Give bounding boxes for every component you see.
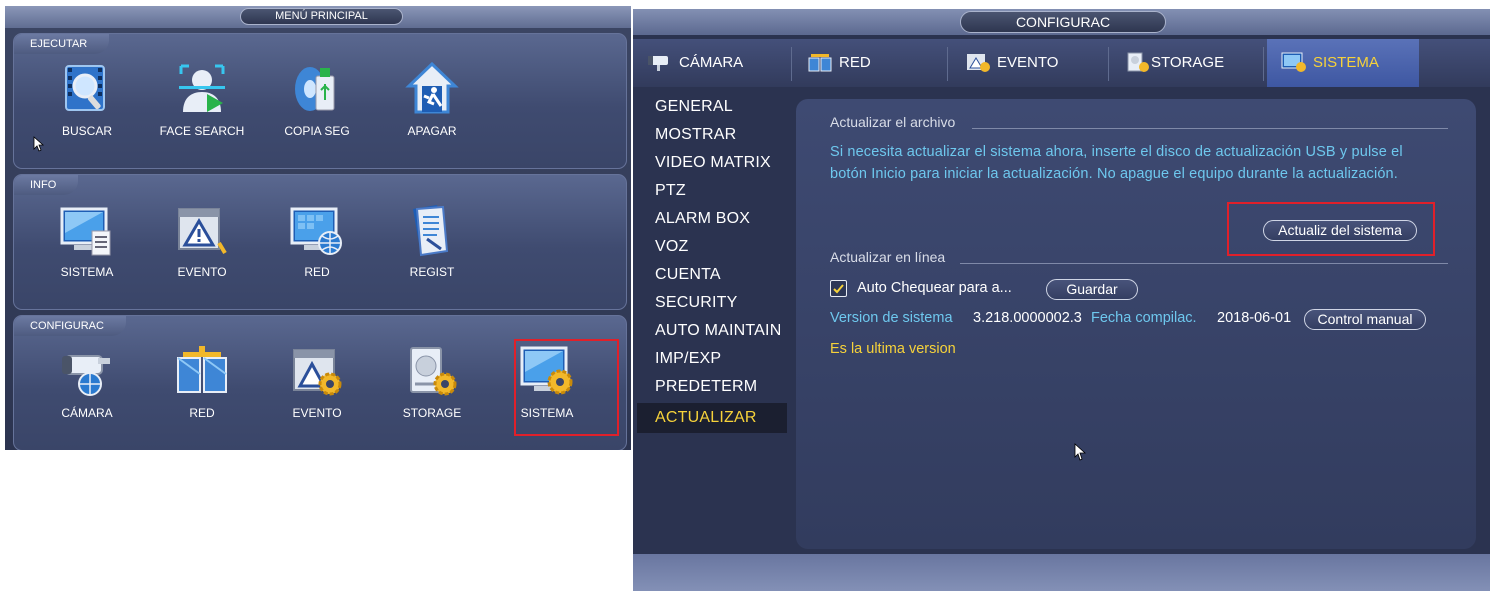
main-menu-panel: MENÚ PRINCIPAL EJECUTAR BUSCAR FACE SEAR…	[5, 6, 631, 450]
config-tab-bar: CÁMARA RED EVENTO STORAGE SISTEMA	[633, 39, 1490, 87]
menu-item-label: EVENTO	[177, 265, 227, 279]
camera-tab-icon	[648, 56, 668, 71]
section-title: CONFIGURAC	[14, 316, 126, 336]
network-blocks-icon	[177, 346, 227, 393]
main-menu-title: MENÚ PRINCIPAL	[240, 8, 403, 25]
sistema-highlight-box	[514, 339, 619, 436]
side-item-auto-maintain[interactable]: AUTO MAINTAIN	[637, 317, 787, 345]
menu-item-label: APAGAR	[407, 124, 457, 138]
manual-check-button[interactable]: Control manual	[1304, 309, 1426, 330]
version-label: Version de sistema	[830, 310, 953, 326]
menu-item-label: COPIA SEG	[284, 124, 350, 138]
checkmark-icon	[833, 284, 844, 294]
update-status: Es la ultima version	[830, 341, 956, 357]
menu-item-cfg-camara[interactable]: CÁMARA	[32, 338, 132, 448]
network-tab-icon	[808, 54, 832, 72]
network-globe-icon	[290, 207, 342, 255]
backup-usb-icon	[295, 67, 335, 111]
side-item-security[interactable]: SECURITY	[637, 289, 787, 317]
monitor-doc-icon	[60, 207, 111, 256]
side-item-ptz[interactable]: PTZ	[637, 177, 787, 205]
auto-check-checkbox[interactable]	[830, 280, 847, 297]
build-date-label: Fecha compilac.	[1091, 310, 1197, 326]
menu-item-label: FACE SEARCH	[159, 124, 245, 138]
section-title: INFO	[14, 175, 79, 195]
system-tab-icon	[1281, 52, 1306, 72]
menu-item-label: SISTEMA	[60, 265, 114, 279]
side-item-cuenta[interactable]: CUENTA	[637, 261, 787, 289]
tab-label: RED	[839, 54, 871, 71]
mouse-cursor-icon	[1074, 443, 1086, 461]
menu-item-apagar[interactable]: APAGAR	[377, 56, 477, 166]
tab-label: STORAGE	[1151, 54, 1225, 71]
storage-gear-icon	[410, 347, 457, 396]
side-item-predeterm[interactable]: PREDETERM	[637, 373, 787, 401]
log-book-icon	[413, 205, 449, 257]
section-info: INFO SISTEMA EVENTO RED REGIST	[13, 174, 627, 310]
update-info-line-2: botón Inicio para iniciar la actualizaci…	[830, 166, 1398, 182]
tab-label: CÁMARA	[679, 54, 744, 71]
divider	[960, 263, 1448, 264]
tab-evento[interactable]: EVENTO	[965, 43, 1095, 83]
build-date-value: 2018-06-01	[1217, 310, 1292, 326]
search-video-icon	[65, 65, 105, 111]
section-ejecutar: EJECUTAR BUSCAR FACE SEARCH COPIA SEG AP…	[13, 33, 627, 169]
tab-storage[interactable]: STORAGE	[1125, 43, 1255, 83]
side-item-alarm-box[interactable]: ALARM BOX	[637, 205, 787, 233]
section-title: EJECUTAR	[14, 34, 110, 54]
update-button-highlight-box	[1227, 202, 1435, 256]
tab-label: SISTEMA	[1313, 54, 1379, 71]
divider	[972, 128, 1448, 129]
menu-item-buscar[interactable]: BUSCAR	[32, 56, 132, 166]
menu-item-face-search[interactable]: FACE SEARCH	[147, 56, 247, 166]
menu-item-label: RED	[189, 406, 215, 420]
tab-label: EVENTO	[997, 54, 1059, 71]
save-button[interactable]: Guardar	[1046, 279, 1138, 300]
update-content-panel: Actualizar el archivo Si necesita actual…	[796, 99, 1476, 549]
side-item-actualizar[interactable]: ACTUALIZAR	[637, 403, 787, 433]
side-item-imp-exp[interactable]: IMP/EXP	[637, 345, 787, 373]
menu-item-label: STORAGE	[402, 406, 462, 420]
config-title: CONFIGURAC	[960, 11, 1166, 33]
menu-item-cfg-red[interactable]: RED	[147, 338, 247, 448]
update-file-heading: Actualizar el archivo	[830, 114, 956, 130]
event-warning-icon	[178, 208, 227, 255]
config-window: CONFIGURAC CÁMARA RED EVENTO STORAGE SIS…	[633, 9, 1490, 591]
side-item-general[interactable]: GENERAL	[637, 93, 787, 121]
menu-item-label: EVENTO	[292, 406, 342, 420]
menu-item-info-red[interactable]: RED	[262, 197, 362, 307]
menu-item-label: RED	[304, 265, 330, 279]
event-gear-icon	[293, 349, 342, 396]
menu-item-label: BUSCAR	[61, 124, 112, 138]
menu-item-cfg-evento[interactable]: EVENTO	[262, 338, 362, 448]
online-update-heading: Actualizar en línea	[830, 249, 946, 265]
storage-tab-icon	[1127, 52, 1149, 72]
menu-item-cfg-storage[interactable]: STORAGE	[377, 338, 477, 448]
menu-item-label: CÁMARA	[61, 406, 113, 420]
mouse-cursor-icon	[33, 136, 45, 152]
config-bottom-bar	[633, 554, 1490, 591]
tab-red[interactable]: RED	[807, 43, 927, 83]
side-item-mostrar[interactable]: MOSTRAR	[637, 121, 787, 149]
menu-item-regist[interactable]: REGIST	[377, 197, 477, 307]
camera-globe-icon	[62, 355, 110, 396]
shutdown-house-icon	[405, 62, 459, 114]
face-search-icon	[179, 64, 225, 112]
menu-item-info-sistema[interactable]: SISTEMA	[32, 197, 132, 307]
menu-item-copia-seg[interactable]: COPIA SEG	[262, 56, 362, 166]
side-item-video-matrix[interactable]: VIDEO MATRIX	[637, 149, 787, 177]
auto-check-label: Auto Chequear para a...	[857, 280, 1012, 296]
menu-item-label: REGIST	[409, 265, 455, 279]
event-tab-icon	[967, 54, 990, 72]
version-value: 3.218.0000002.3	[973, 310, 1082, 326]
tab-camara[interactable]: CÁMARA	[647, 43, 787, 83]
menu-item-info-evento[interactable]: EVENTO	[147, 197, 247, 307]
tab-sistema[interactable]: SISTEMA	[1267, 39, 1419, 87]
side-item-voz[interactable]: VOZ	[637, 233, 787, 261]
